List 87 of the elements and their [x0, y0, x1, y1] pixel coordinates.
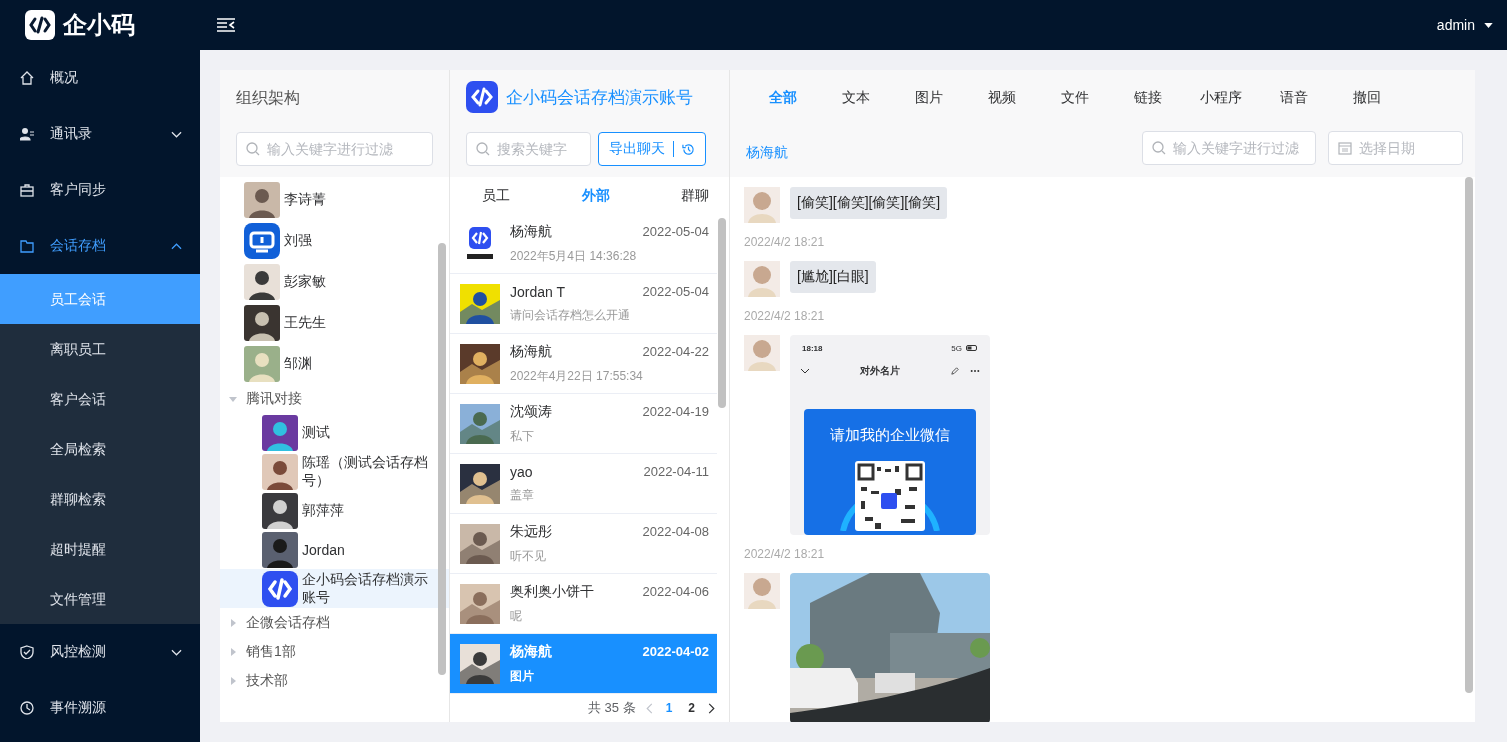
submenu-item[interactable]: 文件管理	[0, 574, 200, 624]
message-date: 2022-05-04	[642, 224, 709, 239]
message-bubble: [偷笑][偷笑][偷笑][偷笑]	[790, 187, 948, 219]
tree-group[interactable]: 技术部	[220, 666, 449, 695]
message-preview: 盖章	[510, 486, 535, 504]
tree-node[interactable]: 企小码会话存档演示账号	[220, 569, 449, 608]
conversation-item[interactable]: Jordan T 2022-05-04 请问会话存档怎么开通	[450, 274, 717, 334]
contact-name: 沈颂涛	[510, 402, 552, 421]
contact-name: 朱远彤	[510, 522, 552, 541]
conversation-item[interactable]: 杨海航 2022-05-04 2022年5月4日 14:36:28	[450, 214, 717, 274]
tree-node[interactable]: 郭萍萍	[220, 491, 449, 530]
message-date: 2022-04-08	[642, 524, 709, 539]
message-date: 2022-04-11	[643, 464, 709, 479]
submenu-item[interactable]: 全局检索	[0, 424, 200, 474]
contact-name: 杨海航	[510, 342, 552, 361]
message-preview: 2022年4月22日 17:55:34	[510, 367, 644, 385]
network-label: 5G	[951, 343, 962, 353]
message-preview: 2022年5月4日 14:36:28	[510, 247, 638, 265]
menu-item[interactable]: 客户同步	[0, 162, 200, 218]
message-time: 2022/4/2 18:21	[744, 235, 826, 249]
panel-title: 组织架构	[236, 88, 301, 108]
message-date: 2022-04-22	[642, 344, 709, 359]
submenu-item[interactable]: 群聊检索	[0, 474, 200, 524]
message-preview: 呢	[510, 607, 523, 625]
message-preview: 请问会话存档怎么开通	[510, 306, 631, 324]
message-time: 2022/4/2 18:21	[744, 547, 826, 561]
conversation-item[interactable]: yao 2022-04-11 盖章	[450, 454, 717, 514]
date-field[interactable]: 选择日期	[1328, 131, 1463, 165]
total-count: 共 35 条	[587, 699, 636, 717]
submenu-item[interactable]: 离职员工	[0, 324, 200, 374]
message-time: 2022/4/2 18:21	[744, 309, 826, 323]
conversation-item[interactable]: 杨海航 2022-04-22 2022年4月22日 17:55:34	[450, 334, 717, 394]
message-date: 2022-04-19	[642, 404, 709, 419]
menu-item[interactable]: 会话存档	[0, 218, 200, 274]
submenu-item[interactable]: 超时提醒	[0, 524, 200, 574]
menu-item[interactable]: 风控检测	[0, 624, 200, 680]
tab[interactable]: 群聊	[681, 186, 709, 205]
tree-node[interactable]: 王先生	[220, 302, 449, 343]
app-name: 企小码	[63, 10, 135, 40]
tab[interactable]: 撤回	[1330, 88, 1403, 107]
tab[interactable]: 链接	[1111, 88, 1184, 107]
tree-group[interactable]: 腾讯对接	[220, 384, 449, 413]
message-date: 2022-04-02	[642, 644, 709, 659]
tree-node[interactable]: Jordan	[220, 530, 449, 569]
tree-node[interactable]: 邹渊	[220, 343, 449, 384]
menu-item[interactable]: 概况	[0, 50, 200, 106]
tab[interactable]: 语音	[1257, 88, 1330, 107]
contact-name: 奥利奥小饼干	[510, 582, 594, 601]
tree-node[interactable]: 陈瑶（测试会话存档号）	[220, 452, 449, 491]
conversation-item[interactable]: 沈颂涛 2022-04-19 私下	[450, 394, 717, 454]
conversation-item[interactable]: 朱远彤 2022-04-08 听不见	[450, 514, 717, 574]
contact-name: Jordan T	[510, 283, 565, 300]
tab[interactable]: 文本	[819, 88, 892, 107]
message-date: 2022-05-04	[642, 284, 709, 299]
contact-name: 杨海航	[510, 222, 552, 241]
tab[interactable]: 文件	[1038, 88, 1111, 107]
tree-node[interactable]: 彭家敏	[220, 261, 449, 302]
search-field[interactable]: 输入关键字进行过滤	[1142, 131, 1316, 165]
screen-title: 对外名片	[859, 364, 901, 378]
contact-name: yao	[510, 463, 533, 480]
tree-node[interactable]: 刘强	[220, 220, 449, 261]
menu-item[interactable]: 事件溯源	[0, 680, 200, 736]
search-field[interactable]: 搜索关键字	[466, 132, 591, 166]
user-menu[interactable]: admin	[1436, 17, 1475, 33]
status-time: 18:18	[802, 343, 823, 353]
tree-node[interactable]: 李诗菁	[220, 179, 449, 220]
message-bubble: [尴尬][白眼]	[790, 261, 876, 293]
page-number[interactable]: 2	[685, 701, 698, 715]
submenu-item[interactable]: 客户会话	[0, 374, 200, 424]
contact-name: 杨海航	[746, 143, 788, 162]
message-preview: 私下	[510, 427, 535, 445]
card-heading: 请加我的企业微信	[830, 426, 950, 445]
menu-item[interactable]: 通讯录	[0, 106, 200, 162]
message-preview: 图片	[510, 667, 535, 685]
message-preview: 听不见	[510, 547, 547, 565]
account-name: 企小码会话存档演示账号	[506, 86, 693, 109]
tab[interactable]: 视频	[965, 88, 1038, 107]
tree-node[interactable]: 测试	[220, 413, 449, 452]
tab[interactable]: 员工	[482, 186, 510, 205]
conversation-item[interactable]: 奥利奥小饼干 2022-04-06 呢	[450, 574, 717, 634]
contact-name: 杨海航	[510, 642, 552, 661]
tree-group[interactable]: 销售1部	[220, 637, 449, 666]
message-date: 2022-04-06	[642, 584, 709, 599]
tab[interactable]: 图片	[892, 88, 965, 107]
tab[interactable]: 小程序	[1184, 88, 1257, 107]
search-field[interactable]: 输入关键字进行过滤	[236, 132, 433, 166]
tree-group[interactable]: 企微会话存档	[220, 608, 449, 637]
